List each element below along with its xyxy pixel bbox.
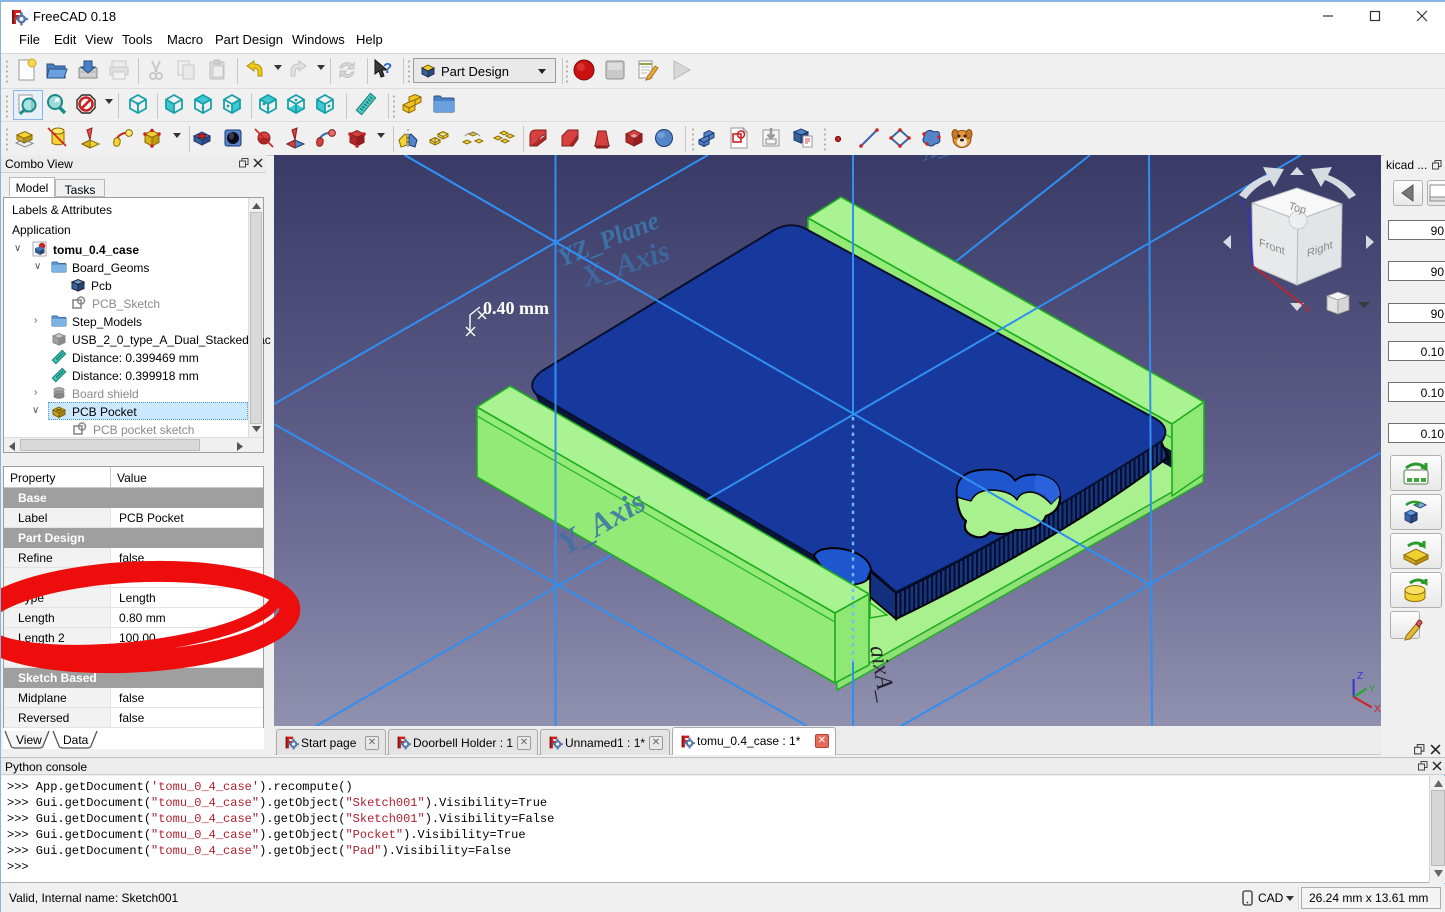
svg-text:x: x — [1305, 304, 1310, 315]
svg-text:Z: Z — [1357, 671, 1363, 682]
svg-text:View: View — [16, 733, 42, 747]
svg-text:0.40 mm: 0.40 mm — [483, 298, 549, 318]
svg-text:X: X — [1374, 704, 1381, 715]
svg-text:?: ? — [383, 60, 392, 77]
svg-text:Data: Data — [63, 733, 89, 747]
svg-text:Y: Y — [1369, 684, 1376, 695]
svg-text:z: z — [1240, 197, 1245, 208]
